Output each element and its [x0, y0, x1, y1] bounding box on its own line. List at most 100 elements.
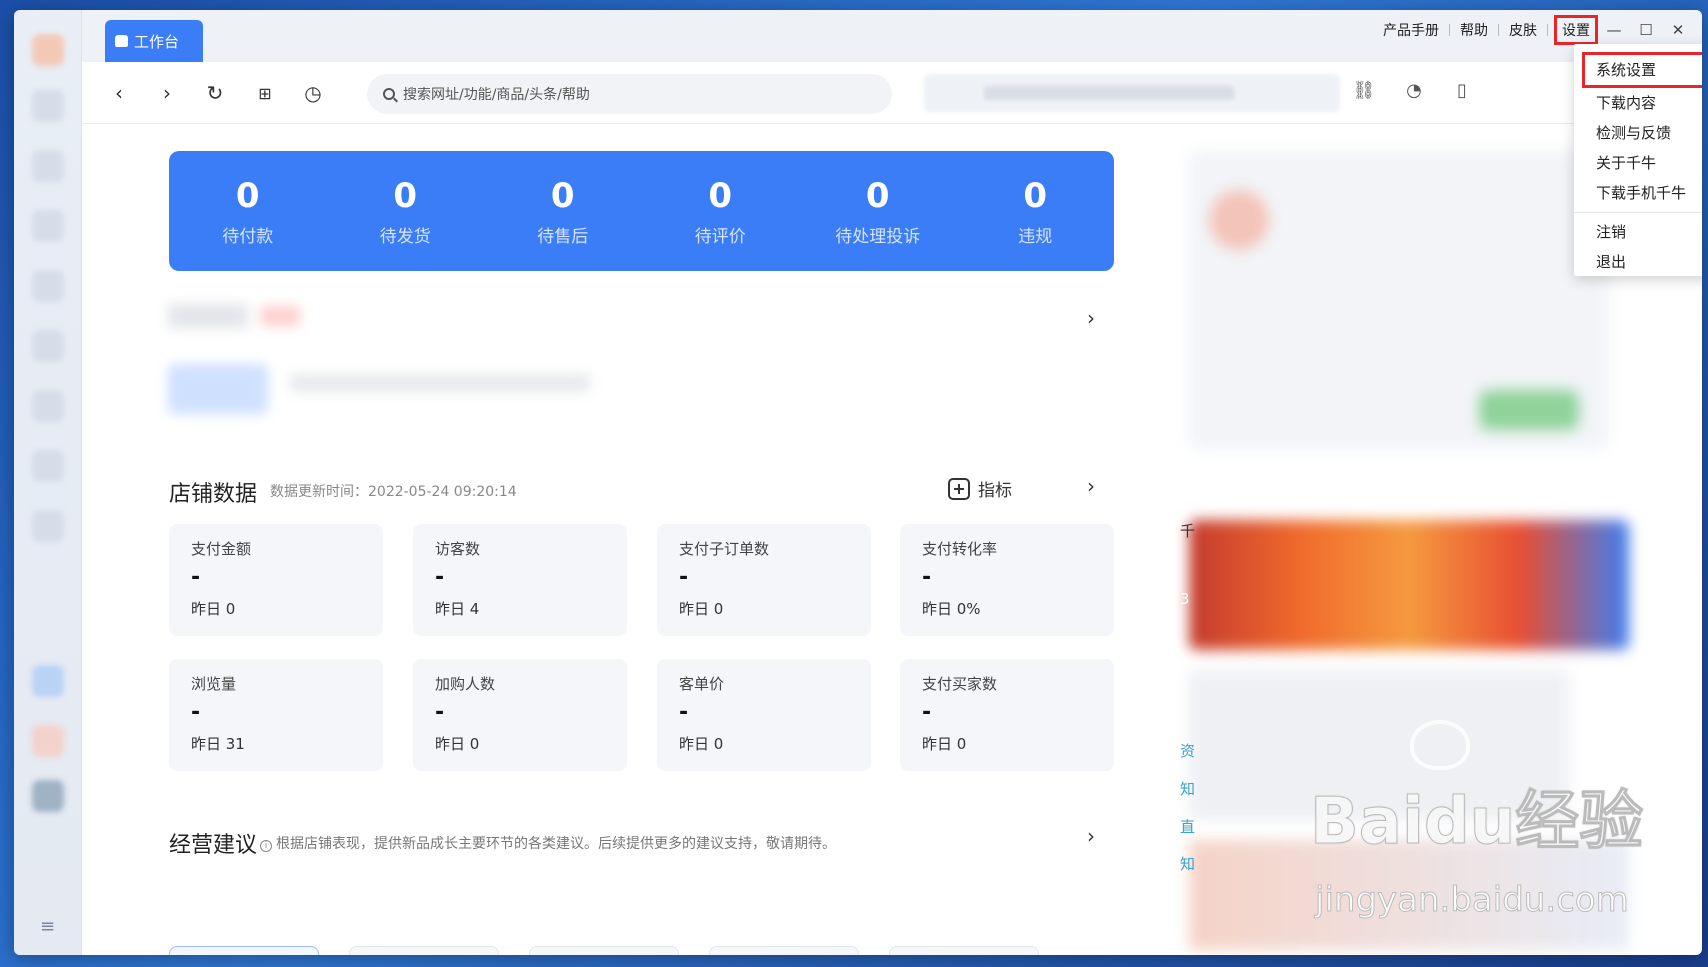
- edge-char: 知: [1180, 855, 1196, 873]
- metric-value: -: [435, 700, 445, 725]
- forward-icon[interactable]: ›: [154, 80, 180, 106]
- menu-item-download-mobile[interactable]: 下载手机千牛: [1574, 178, 1702, 208]
- chevron-right-icon[interactable]: ›: [1087, 306, 1095, 330]
- metric-card[interactable]: 客单价 - 昨日 0: [657, 659, 871, 771]
- advice-tab[interactable]: [169, 946, 319, 955]
- link-icon[interactable]: ⛓: [1352, 80, 1376, 104]
- rail-item[interactable]: [32, 90, 64, 122]
- speed-icon[interactable]: ◔: [1402, 80, 1426, 104]
- search-icon: [383, 88, 395, 100]
- refresh-icon[interactable]: ↻: [202, 80, 228, 106]
- metric-card[interactable]: 访客数 - 昨日 4: [413, 524, 627, 636]
- order-stats-card: 0 待付款 0 待发货 0 待售后 0 待评价 0 待处理投诉 0 违规: [169, 151, 1114, 271]
- stat-value: 0: [1023, 175, 1048, 216]
- stat-value: 0: [393, 175, 418, 216]
- stat-pending-aftersale[interactable]: 0 待售后: [484, 151, 642, 271]
- settings-button[interactable]: 设置: [1554, 15, 1598, 45]
- metric-yesterday: 昨日 0%: [922, 600, 981, 618]
- metric-yesterday: 昨日 0: [679, 600, 724, 618]
- tab-workbench[interactable]: 工作台: [105, 20, 203, 62]
- rail-item[interactable]: [32, 665, 64, 697]
- stat-value: 0: [550, 175, 575, 216]
- add-icon: [948, 477, 970, 500]
- link-product-manual[interactable]: 产品手册: [1373, 20, 1449, 40]
- stat-violations[interactable]: 0 违规: [957, 151, 1115, 271]
- menu-item-about[interactable]: 关于千牛: [1574, 148, 1702, 178]
- search-input[interactable]: 搜索网址/功能/商品/头条/帮助: [367, 74, 892, 114]
- metric-value: -: [191, 700, 201, 725]
- stat-pending-complaints[interactable]: 0 待处理投诉: [799, 151, 957, 271]
- metric-name: 客单价: [679, 675, 725, 693]
- maximize-icon[interactable]: ☐: [1630, 21, 1662, 39]
- stat-label: 待发货: [379, 226, 431, 247]
- stat-value: 0: [865, 175, 890, 216]
- metric-card[interactable]: 加购人数 - 昨日 0: [413, 659, 627, 771]
- advice-tab[interactable]: [709, 946, 859, 955]
- rail-item[interactable]: [32, 450, 64, 482]
- menu-item-system-settings[interactable]: 系统设置: [1582, 52, 1702, 88]
- metric-name: 访客数: [435, 540, 481, 558]
- blurred-notice-card: [160, 284, 640, 444]
- advice-tab[interactable]: [889, 946, 1039, 955]
- rail-item[interactable]: [32, 210, 64, 242]
- index-label: 指标: [978, 481, 1012, 501]
- metric-card[interactable]: 支付转化率 - 昨日 0%: [900, 524, 1114, 636]
- history-clock-icon[interactable]: ◷: [300, 80, 326, 106]
- stat-pending-payment[interactable]: 0 待付款: [169, 151, 327, 271]
- settings-dropdown: 系统设置 下载内容 检测与反馈 关于千牛 下载手机千牛 注销 退出: [1574, 44, 1702, 276]
- rail-logo: [32, 34, 64, 66]
- rail-item[interactable]: [32, 390, 64, 422]
- stat-label: 违规: [1018, 226, 1053, 247]
- rail-item[interactable]: [32, 330, 64, 362]
- chevron-right-icon[interactable]: ›: [1087, 474, 1095, 498]
- stat-label: 待处理投诉: [835, 226, 921, 247]
- watermark-url: jingyan.baidu.com: [1315, 880, 1630, 921]
- metric-yesterday: 昨日 0: [922, 735, 967, 753]
- nav-bar: ‹ › ↻ ⊞ ◷ 搜索网址/功能/商品/头条/帮助 ⛓ ◔ ▯: [82, 62, 1702, 124]
- metric-yesterday: 昨日 0: [191, 600, 236, 618]
- close-icon[interactable]: ✕: [1662, 21, 1694, 39]
- rail-item[interactable]: [32, 725, 64, 757]
- title-bar: 工作台 产品手册 帮助 皮肤 设置 — ☐ ✕: [82, 10, 1702, 62]
- metric-value: -: [922, 700, 932, 725]
- divider: [1547, 24, 1548, 36]
- stat-label: 待付款: [222, 226, 274, 247]
- stat-pending-review[interactable]: 0 待评价: [642, 151, 800, 271]
- metric-card[interactable]: 支付买家数 - 昨日 0: [900, 659, 1114, 771]
- metric-yesterday: 昨日 31: [191, 735, 245, 753]
- advice-tab[interactable]: [529, 946, 679, 955]
- menu-item-exit[interactable]: 退出: [1574, 247, 1702, 277]
- rail-item[interactable]: [32, 510, 64, 542]
- minimize-icon[interactable]: —: [1598, 21, 1630, 39]
- advice-tab[interactable]: [349, 946, 499, 955]
- index-button[interactable]: 指标: [948, 476, 1012, 501]
- new-tab-icon[interactable]: ⊞: [252, 80, 278, 106]
- rail-item[interactable]: [32, 270, 64, 302]
- stat-pending-shipment[interactable]: 0 待发货: [327, 151, 485, 271]
- menu-item-logout[interactable]: 注销: [1574, 217, 1702, 247]
- rail-item[interactable]: [32, 150, 64, 182]
- tab-workbench-label: 工作台: [134, 32, 180, 51]
- rail-avatar[interactable]: [32, 780, 64, 812]
- metric-card[interactable]: 浏览量 - 昨日 31: [169, 659, 383, 771]
- chevron-right-icon[interactable]: ›: [1087, 824, 1095, 848]
- metric-value: -: [679, 700, 689, 725]
- stat-label: 待评价: [694, 226, 746, 247]
- metric-yesterday: 昨日 0: [679, 735, 724, 753]
- metric-value: -: [679, 565, 689, 590]
- stat-value: 0: [235, 175, 260, 216]
- menu-item-detect-feedback[interactable]: 检测与反馈: [1574, 118, 1702, 148]
- menu-item-downloads[interactable]: 下载内容: [1574, 88, 1702, 118]
- back-icon[interactable]: ‹: [106, 80, 132, 106]
- metric-card[interactable]: 支付金额 - 昨日 0: [169, 524, 383, 636]
- metric-name: 浏览量: [191, 675, 237, 693]
- metric-name: 支付转化率: [922, 540, 998, 558]
- file-icon[interactable]: ▯: [1450, 80, 1474, 104]
- watermark-cn: 经验: [1515, 785, 1644, 860]
- edge-char: 直: [1180, 818, 1196, 836]
- link-skin[interactable]: 皮肤: [1499, 20, 1547, 40]
- metric-card[interactable]: 支付子订单数 - 昨日 0: [657, 524, 871, 636]
- hamburger-menu-icon[interactable]: ≡: [40, 916, 55, 937]
- link-help[interactable]: 帮助: [1450, 20, 1498, 40]
- metric-value: -: [435, 565, 445, 590]
